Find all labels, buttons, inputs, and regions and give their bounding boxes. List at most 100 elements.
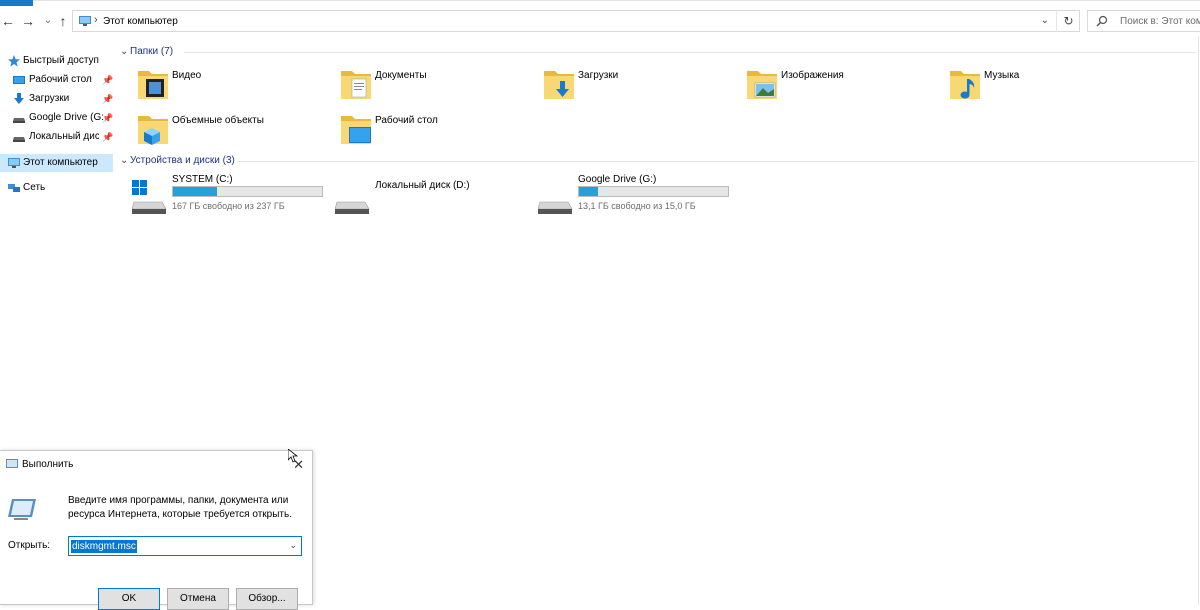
pin-icon[interactable]: 📌 — [102, 71, 113, 89]
group-header-drives[interactable]: ⌄ Устройства и диски (3) — [120, 155, 1196, 166]
group-divider — [184, 52, 1196, 53]
download-arrow-icon — [14, 93, 24, 104]
sidebar-item-label: Google Drive (G: — [29, 112, 105, 123]
video-folder-icon — [138, 71, 168, 99]
ok-button[interactable]: OK — [98, 588, 160, 610]
drive-tile-c[interactable]: SYSTEM (C:) 167 ГБ свободно из 237 ГБ — [132, 174, 332, 218]
search-icon — [1096, 15, 1108, 27]
open-combobox[interactable]: diskmgmt.msc ⌄ — [68, 536, 302, 556]
sidebar-item-google-drive[interactable]: Google Drive (G: 📌 — [0, 109, 113, 127]
folder-tile-music[interactable]: Музыка — [948, 67, 1148, 107]
run-program-icon — [8, 499, 36, 520]
folder-tile-desktop[interactable]: Рабочий стол — [339, 112, 539, 152]
drive-name: Локальный диск (D:) — [375, 180, 470, 191]
drive-usage-fill — [579, 187, 598, 196]
drive-usage-fill — [173, 187, 217, 196]
drive-tile-g[interactable]: Google Drive (G:) 13,1 ГБ свободно из 15… — [538, 174, 738, 218]
run-dialog: Выполнить ✕ Введите имя программы, папки… — [0, 450, 313, 610]
music-folder-icon — [950, 71, 980, 99]
breadcrumb-this-pc[interactable]: Этот компьютер — [103, 16, 178, 27]
breadcrumb-separator-icon[interactable]: › — [94, 14, 98, 26]
drive-tile-d[interactable]: Локальный диск (D:) — [335, 180, 535, 224]
documents-folder-icon — [341, 71, 371, 99]
drive-icon — [13, 118, 25, 123]
3d-objects-folder-icon — [138, 116, 168, 145]
browse-button[interactable]: Обзор... — [236, 588, 298, 610]
mouse-cursor-icon — [288, 449, 298, 463]
group-header-folders[interactable]: ⌄ Папки (7) — [120, 46, 1196, 57]
folder-tile-3d-objects[interactable]: Объемные объекты — [136, 112, 336, 152]
chevron-down-icon[interactable]: ⌄ — [120, 155, 130, 166]
sidebar-item-local-disk[interactable]: Локальный диск 📌 — [0, 128, 113, 146]
folder-label: Видео — [172, 70, 202, 81]
sidebar-item-quick-access[interactable]: Быстрый доступ — [0, 52, 113, 70]
computer-icon — [79, 16, 91, 26]
sidebar-item-label: Сеть — [23, 182, 46, 193]
search-placeholder: Поиск в: Этот комп... — [1120, 16, 1200, 27]
dialog-titlebar[interactable]: Выполнить ✕ — [0, 451, 312, 479]
folder-label: Изображения — [781, 70, 844, 81]
folder-label: Музыка — [984, 70, 1020, 81]
sidebar-item-downloads[interactable]: Загрузки 📌 — [0, 90, 113, 108]
run-icon — [6, 459, 18, 468]
dialog-title: Выполнить — [22, 459, 74, 470]
drive-free-space: 167 ГБ свободно из 237 ГБ — [172, 201, 285, 211]
forward-button[interactable]: → — [20, 12, 36, 30]
sidebar-item-label: Быстрый доступ — [23, 55, 99, 66]
sidebar-item-this-pc[interactable]: Этот компьютер — [0, 154, 113, 172]
group-title: Устройства и диски (3) — [130, 155, 235, 166]
folder-label: Рабочий стол — [375, 115, 438, 126]
chevron-down-icon[interactable]: ⌄ — [289, 540, 297, 551]
ribbon-border — [33, 0, 1200, 1]
windows-drive-icon — [132, 180, 167, 214]
folder-tile-downloads[interactable]: Загрузки — [542, 67, 742, 107]
folder-tile-pictures[interactable]: Изображения — [745, 67, 945, 107]
dialog-description: Введите имя программы, папки, документа … — [68, 495, 292, 520]
address-dropdown-icon[interactable]: ⌄ — [1041, 15, 1049, 26]
pictures-folder-icon — [747, 71, 777, 99]
drive-usage-bar — [578, 186, 729, 197]
folder-tile-documents[interactable]: Документы — [339, 67, 539, 107]
cancel-button[interactable]: Отмена — [167, 588, 229, 610]
group-divider — [238, 161, 1196, 162]
file-tab[interactable] — [0, 0, 33, 6]
folder-tile-video[interactable]: Видео — [136, 67, 336, 107]
star-icon — [8, 55, 20, 67]
drive-icon — [335, 201, 370, 214]
drive-icon — [13, 137, 25, 142]
back-button[interactable]: ← — [0, 12, 16, 30]
sidebar-item-label: Этот компьютер — [23, 157, 98, 168]
folder-label: Загрузки — [578, 70, 619, 81]
folder-label: Объемные объекты — [172, 115, 264, 126]
search-input[interactable]: Поиск в: Этот комп... — [1087, 10, 1200, 32]
sidebar-item-label: Рабочий стол — [29, 74, 92, 85]
recent-dropdown-icon[interactable]: ⌄ — [40, 12, 56, 30]
drive-usage-bar — [172, 186, 323, 197]
open-label: Открыть: — [8, 540, 51, 551]
window-border — [1198, 36, 1199, 605]
folder-label: Документы — [375, 70, 427, 81]
sidebar-item-network[interactable]: Сеть — [0, 179, 113, 197]
downloads-folder-icon — [544, 71, 574, 99]
drive-free-space: 13,1 ГБ свободно из 15,0 ГБ — [578, 201, 696, 211]
pin-icon[interactable]: 📌 — [102, 128, 113, 146]
drive-name: Google Drive (G:) — [578, 174, 657, 185]
computer-icon — [8, 158, 20, 168]
sidebar-item-label: Локальный диск — [29, 131, 99, 142]
sidebar-item-desktop[interactable]: Рабочий стол 📌 — [0, 71, 113, 89]
address-bar[interactable]: › Этот компьютер ⌄ — [72, 10, 1080, 32]
chevron-down-icon[interactable]: ⌄ — [120, 46, 130, 57]
desktop-icon — [13, 76, 25, 84]
refresh-button[interactable]: ↻ — [1056, 10, 1080, 32]
up-button[interactable]: ↑ — [55, 12, 71, 30]
open-input-value[interactable]: diskmgmt.msc — [71, 540, 137, 553]
top-strip — [0, 0, 1200, 6]
pin-icon[interactable]: 📌 — [102, 109, 113, 127]
drive-name: SYSTEM (C:) — [172, 174, 233, 185]
desktop-folder-icon — [341, 116, 371, 144]
sidebar-item-label: Загрузки — [29, 93, 70, 104]
pin-icon[interactable]: 📌 — [102, 90, 113, 108]
network-icon — [8, 184, 20, 192]
group-title: Папки (7) — [130, 46, 174, 57]
drive-icon — [538, 201, 573, 214]
